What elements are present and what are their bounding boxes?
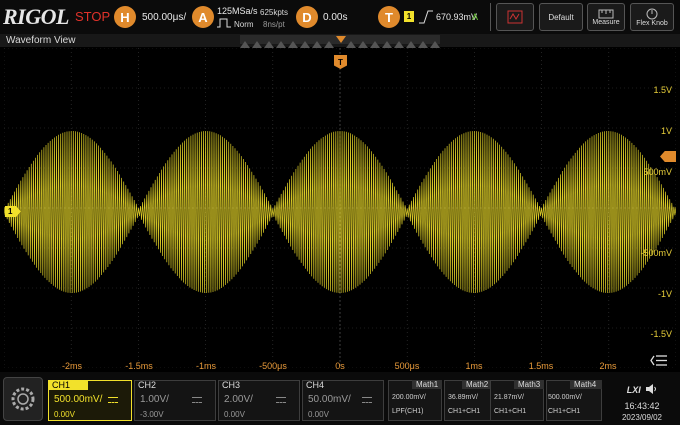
x-tick-label: 1ms (465, 361, 483, 371)
sample-interval: 8ns/pt (263, 20, 285, 29)
ch4-coupling-icon (362, 397, 372, 403)
math3-label: Math3 (514, 380, 544, 389)
trigger-level[interactable]: 670.93mV (436, 12, 477, 22)
delay-button[interactable]: D (296, 6, 318, 28)
default-label: Default (548, 12, 574, 22)
timebase-value[interactable]: 500.00μs/ (142, 12, 186, 23)
ch1-coupling-icon (108, 397, 118, 403)
x-tick-label: -1ms (196, 361, 216, 371)
ch4-offset[interactable]: 0.00V (308, 410, 329, 419)
waveform-grid[interactable] (4, 48, 676, 368)
math2-source: CH1+CH1 (448, 408, 481, 415)
y-tick-label: -1V (657, 289, 672, 299)
x-tick-label: -1.5ms (125, 361, 153, 371)
speaker-icon[interactable] (645, 383, 657, 394)
ch3-offset[interactable]: 0.00V (224, 410, 245, 419)
math1-label: Math1 (412, 380, 442, 389)
ch1-offset[interactable]: 0.00V (54, 410, 75, 419)
math3-source: CH1+CH1 (494, 408, 527, 415)
autoset-icon (507, 10, 523, 24)
x-tick-label: -500μs (259, 361, 287, 371)
math4-source: CH1+CH1 (548, 408, 581, 415)
autoset-button[interactable] (496, 3, 534, 31)
trigger-button[interactable]: T (378, 6, 400, 28)
math1-scale: 200.00mV/ (392, 394, 426, 401)
navigation-button[interactable] (3, 377, 43, 421)
waveform-canvas (4, 48, 676, 368)
measure-icon (598, 9, 614, 18)
y-tick-label: -500mV (640, 248, 672, 258)
ch3-coupling-icon (276, 397, 286, 403)
y-tick-label: 1.5V (653, 85, 672, 95)
trigger-sweep-mode: A (472, 12, 479, 22)
ch2-offset[interactable]: -3.00V (140, 410, 164, 419)
lxi-label: LXI (626, 385, 641, 395)
y-tick-label: -1.5V (650, 329, 672, 339)
default-button[interactable]: Default (539, 3, 583, 31)
ch3-label: CH3 (222, 380, 241, 390)
math2-scale: 36.89mV/ (448, 394, 478, 401)
clock-date: 2023/09/02 (621, 413, 663, 422)
ch1-scale[interactable]: 500.00mV/ (54, 394, 102, 405)
clock-time: 16:43:42 (624, 401, 660, 411)
menu-collapse-icon[interactable] (650, 354, 668, 367)
x-tick-label: 1.5ms (528, 361, 554, 371)
ch1-label: CH1 (48, 380, 88, 390)
delay-value[interactable]: 0.00s (323, 12, 347, 23)
sample-rate: 125MSa/s (217, 6, 258, 16)
math4-scale: 500.00mV/ (548, 394, 582, 401)
math4-label: Math4 (570, 380, 602, 389)
y-tick-label: 1V (660, 126, 672, 136)
waveform-view-title: Waveform View (6, 35, 76, 46)
ch3-scale[interactable]: 2.00V/ (224, 394, 253, 405)
trigger-position-arrow[interactable] (336, 36, 346, 43)
x-tick-label: -2ms (62, 361, 82, 371)
flex-knob-button[interactable]: Flex Knob (630, 3, 674, 31)
toolbar-separator (490, 3, 491, 31)
run-stop-status[interactable]: STOP (75, 9, 110, 24)
flex-knob-label: Flex Knob (636, 19, 668, 27)
measure-label: Measure (592, 18, 620, 26)
knob-icon (646, 8, 658, 19)
math3-scale: 21.87mV/ (494, 394, 524, 401)
ch4-label: CH4 (306, 380, 325, 390)
measure-button[interactable]: Measure (587, 3, 625, 31)
status-clock-area: LXI 16:43:42 2023/09/02 (606, 380, 678, 422)
navigation-gear-icon (11, 387, 35, 411)
math1-source: LPF(CH1) (392, 408, 424, 415)
x-tick-label: 500μs (394, 361, 420, 371)
ch4-scale[interactable]: 50.00mV/ (308, 394, 351, 405)
trigger-source-badge: 1 (404, 11, 414, 22)
x-tick-label: 0s (335, 361, 345, 371)
ch2-scale[interactable]: 1.00V/ (140, 394, 169, 405)
horizontal-button[interactable]: H (114, 6, 136, 28)
acquire-mode: Norm (234, 20, 254, 29)
acquire-mode-icon (217, 18, 231, 28)
x-tick-label: 2ms (599, 361, 617, 371)
rising-edge-icon (419, 10, 433, 24)
ch2-coupling-icon (192, 397, 202, 403)
rigol-logo: RIGOL (3, 4, 69, 29)
y-tick-label: 500mV (643, 167, 672, 177)
memory-depth: 625kpts (260, 8, 289, 17)
acquire-button[interactable]: A (192, 6, 214, 28)
ch2-label: CH2 (138, 380, 157, 390)
